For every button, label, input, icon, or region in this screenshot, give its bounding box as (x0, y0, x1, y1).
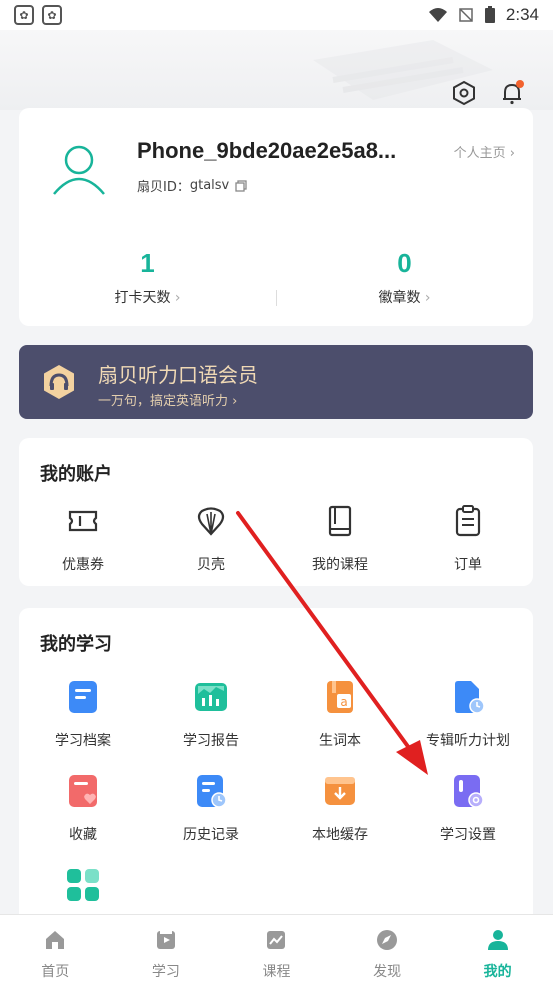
study-item-report[interactable]: 学习报告 (147, 680, 275, 750)
tab-label: 学习 (151, 964, 180, 980)
study-item-local-cache[interactable]: 本地缓存 (276, 774, 404, 844)
study-item-more[interactable] (19, 868, 147, 918)
discover-icon (377, 930, 398, 950)
checkin-stat[interactable]: 1 打卡天数 › (19, 248, 276, 307)
tab-home[interactable]: 首页 (0, 915, 111, 983)
homepage-link-label: 个人主页 (453, 146, 506, 161)
listening-plan-icon (455, 681, 485, 714)
home-icon (46, 931, 65, 949)
section-title-account: 我的账户 (40, 464, 112, 485)
account-item-orders[interactable]: 订单 (404, 504, 532, 574)
svg-text:a: a (340, 695, 347, 709)
tab-profile[interactable]: 我的 (442, 915, 553, 983)
account-item-label: 订单 (454, 557, 482, 573)
baidu-paw-icon: ✿ (42, 5, 62, 25)
battery-icon (484, 6, 495, 23)
status-bar: ✿ ✿ 2:34 (0, 0, 553, 30)
chevron-right-icon: › (509, 146, 515, 161)
study-item-settings[interactable]: 学习设置 (404, 774, 532, 844)
coupon-icon (68, 510, 98, 532)
tab-label: 发现 (373, 964, 402, 980)
my-study-card: 我的学习 学习档案 学习报告 a 生词本 专辑听力计划 收藏 历史记录 本地缓存… (19, 608, 533, 928)
vip-subtitle: 一万句，搞定英语听力 (98, 394, 229, 409)
study-item-listening-plan[interactable]: 专辑听力计划 (404, 680, 532, 750)
favorite-icon (69, 775, 97, 807)
vocab-book-icon: a (327, 681, 353, 713)
badges-label: 徽章数 (378, 290, 421, 306)
checkin-days-value: 1 (140, 248, 155, 278)
account-item-shell[interactable]: 贝壳 (147, 504, 275, 574)
account-item-coupon[interactable]: 优惠券 (19, 504, 147, 574)
account-item-my-courses[interactable]: 我的课程 (276, 504, 404, 574)
history-icon (197, 775, 227, 808)
badges-value: 0 (397, 248, 412, 278)
chevron-right-icon: › (424, 290, 431, 306)
tab-label: 课程 (262, 964, 291, 980)
avatar-icon[interactable] (51, 142, 107, 198)
study-item-history[interactable]: 历史记录 (147, 774, 275, 844)
profile-icon (487, 930, 508, 950)
tab-course[interactable]: 课程 (221, 915, 332, 983)
section-title-study: 我的学习 (40, 634, 112, 655)
vip-banner[interactable]: 扇贝听力口语会员 一万句，搞定英语听力 › (19, 345, 533, 419)
study-report-icon (195, 683, 227, 711)
study-file-icon (69, 681, 97, 713)
badges-stat[interactable]: 0 徽章数 › (276, 248, 533, 307)
settings-icon[interactable] (451, 80, 477, 106)
baidu-paw-icon: ✿ (14, 5, 34, 25)
study-item-favorites[interactable]: 收藏 (19, 774, 147, 844)
username: Phone_9bde20ae2e5a8... (137, 138, 397, 163)
account-item-label: 优惠券 (62, 557, 104, 573)
more-apps-icon (67, 869, 99, 901)
study-item-archive[interactable]: 学习档案 (19, 680, 147, 750)
vip-title: 扇贝听力口语会员 (98, 363, 258, 387)
study-icon (156, 931, 175, 949)
shell-icon (197, 507, 225, 536)
my-account-card: 我的账户 优惠券 贝壳 我的课程 订单 (19, 438, 533, 586)
course-icon (267, 931, 286, 949)
user-id-label: 扇贝ID： (137, 180, 190, 195)
copy-icon[interactable] (235, 179, 247, 192)
study-item-label: 学习档案 (55, 733, 111, 749)
local-cache-icon (325, 777, 355, 805)
chevron-right-icon: › (174, 290, 181, 306)
homepage-link[interactable]: 个人主页 › (454, 142, 515, 161)
no-signal-icon (459, 8, 473, 22)
study-item-label: 历史记录 (183, 827, 239, 843)
stats-row: 1 打卡天数 › 0 徽章数 › (19, 248, 533, 307)
chevron-right-icon: › (232, 394, 238, 409)
study-item-label: 学习设置 (440, 827, 496, 843)
profile-card: Phone_9bde20ae2e5a8... 扇贝ID： gtalsv 个人主页… (19, 108, 533, 326)
bottom-tab-bar: 首页 学习 课程 发现 我的 (0, 914, 553, 983)
study-item-label: 本地缓存 (312, 827, 368, 843)
clipboard-icon (455, 505, 481, 537)
wifi-icon (428, 8, 447, 22)
user-id-row: 扇贝ID： gtalsv (137, 176, 247, 195)
status-time: 2:34 (505, 5, 539, 24)
study-item-label: 专辑听力计划 (426, 733, 510, 749)
tab-label: 首页 (41, 964, 70, 980)
account-item-label: 我的课程 (312, 557, 368, 573)
account-item-label: 贝壳 (197, 557, 225, 573)
tab-study[interactable]: 学习 (111, 915, 222, 983)
study-item-label: 收藏 (69, 827, 97, 843)
study-item-label: 学习报告 (183, 733, 239, 749)
user-id-value: gtalsv (189, 178, 230, 193)
tab-discover[interactable]: 发现 (332, 915, 443, 983)
tab-label: 我的 (483, 964, 512, 980)
notification-bell-icon[interactable] (499, 80, 525, 106)
study-settings-icon (454, 775, 484, 808)
divider (276, 290, 277, 306)
headphones-logo-icon (44, 365, 74, 399)
book-icon (328, 505, 352, 537)
study-item-label: 生词本 (319, 733, 361, 749)
header-area (0, 30, 553, 110)
checkin-days-label: 打卡天数 (114, 290, 171, 306)
study-item-vocab[interactable]: a 生词本 (276, 680, 404, 750)
